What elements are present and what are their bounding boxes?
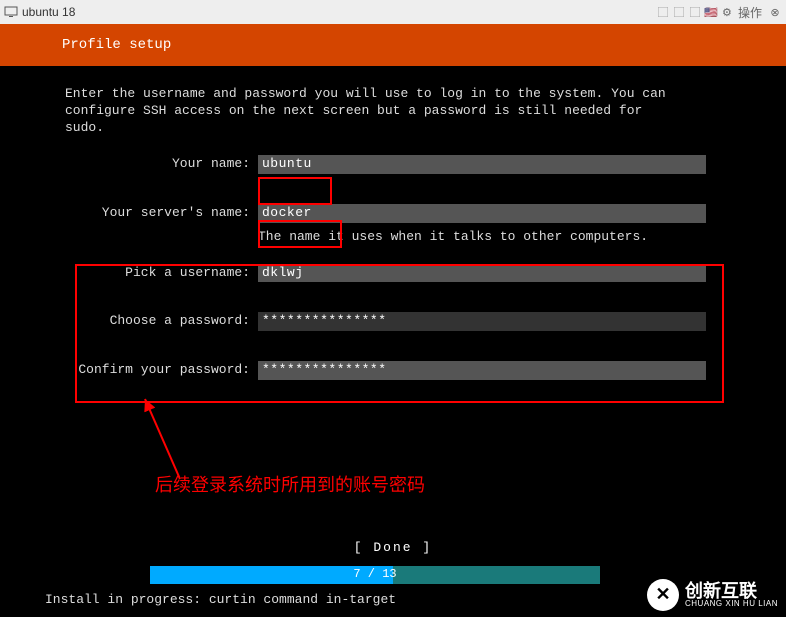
window-frame: ubuntu 18 🇺🇸 ⚙ 操作 ⊗ Profile setup Enter … — [0, 0, 786, 617]
row-password-confirm: Confirm your password: *************** — [65, 361, 756, 380]
watermark: ✕ 创新互联 CHUANG XIN HU LIAN — [647, 579, 778, 611]
watermark-text: 创新互联 CHUANG XIN HU LIAN — [685, 582, 778, 608]
cell-icon[interactable] — [656, 5, 670, 19]
action-label[interactable]: 操作 — [738, 4, 762, 21]
annotation-text: 后续登录系统时所用到的账号密码 — [155, 474, 425, 497]
intro-text: Enter the username and password you will… — [65, 86, 756, 137]
row-name: Your name: ubuntu — [65, 155, 756, 174]
page-title: Profile setup — [62, 37, 171, 53]
input-username[interactable]: dklwj — [258, 264, 706, 283]
header-bar: Profile setup — [0, 24, 786, 66]
label-password: Choose a password: — [65, 313, 258, 330]
close-icon[interactable]: ⊗ — [768, 5, 782, 19]
row-server: Your server's name: docker — [65, 204, 756, 223]
label-name: Your name: — [65, 156, 258, 173]
annotation-arrow — [130, 394, 210, 484]
watermark-en: CHUANG XIN HU LIAN — [685, 600, 778, 608]
label-server: Your server's name: — [65, 205, 258, 222]
label-password-confirm: Confirm your password: — [65, 362, 258, 379]
row-password: Choose a password: *************** — [65, 312, 756, 331]
hint-server: The name it uses when it talks to other … — [258, 229, 756, 246]
label-username: Pick a username: — [65, 265, 258, 282]
gear-icon[interactable]: ⚙ — [720, 5, 734, 19]
watermark-icon: ✕ — [647, 579, 679, 611]
content-area: Enter the username and password you will… — [0, 66, 786, 380]
window-title: ubuntu 18 — [22, 5, 75, 19]
flag-icon[interactable]: 🇺🇸 — [704, 5, 718, 19]
cell-icon-3[interactable] — [688, 5, 702, 19]
done-button[interactable]: [ Done ] — [0, 540, 786, 557]
installer-screen: Profile setup Enter the username and pas… — [0, 24, 786, 617]
row-username: Pick a username: dklwj — [65, 264, 756, 283]
input-name[interactable]: ubuntu — [258, 155, 706, 174]
watermark-cn: 创新互联 — [685, 582, 778, 600]
progress-text: 7 / 13 — [353, 567, 396, 583]
monitor-icon — [4, 5, 18, 19]
input-password[interactable]: *************** — [258, 312, 706, 331]
status-line: Install in progress: curtin command in-t… — [45, 592, 396, 609]
input-server[interactable]: docker — [258, 204, 706, 223]
titlebar: ubuntu 18 🇺🇸 ⚙ 操作 ⊗ — [0, 0, 786, 25]
input-password-confirm[interactable]: *************** — [258, 361, 706, 380]
cell-icon-2[interactable] — [672, 5, 686, 19]
progress-bar: 7 / 13 — [150, 566, 600, 584]
